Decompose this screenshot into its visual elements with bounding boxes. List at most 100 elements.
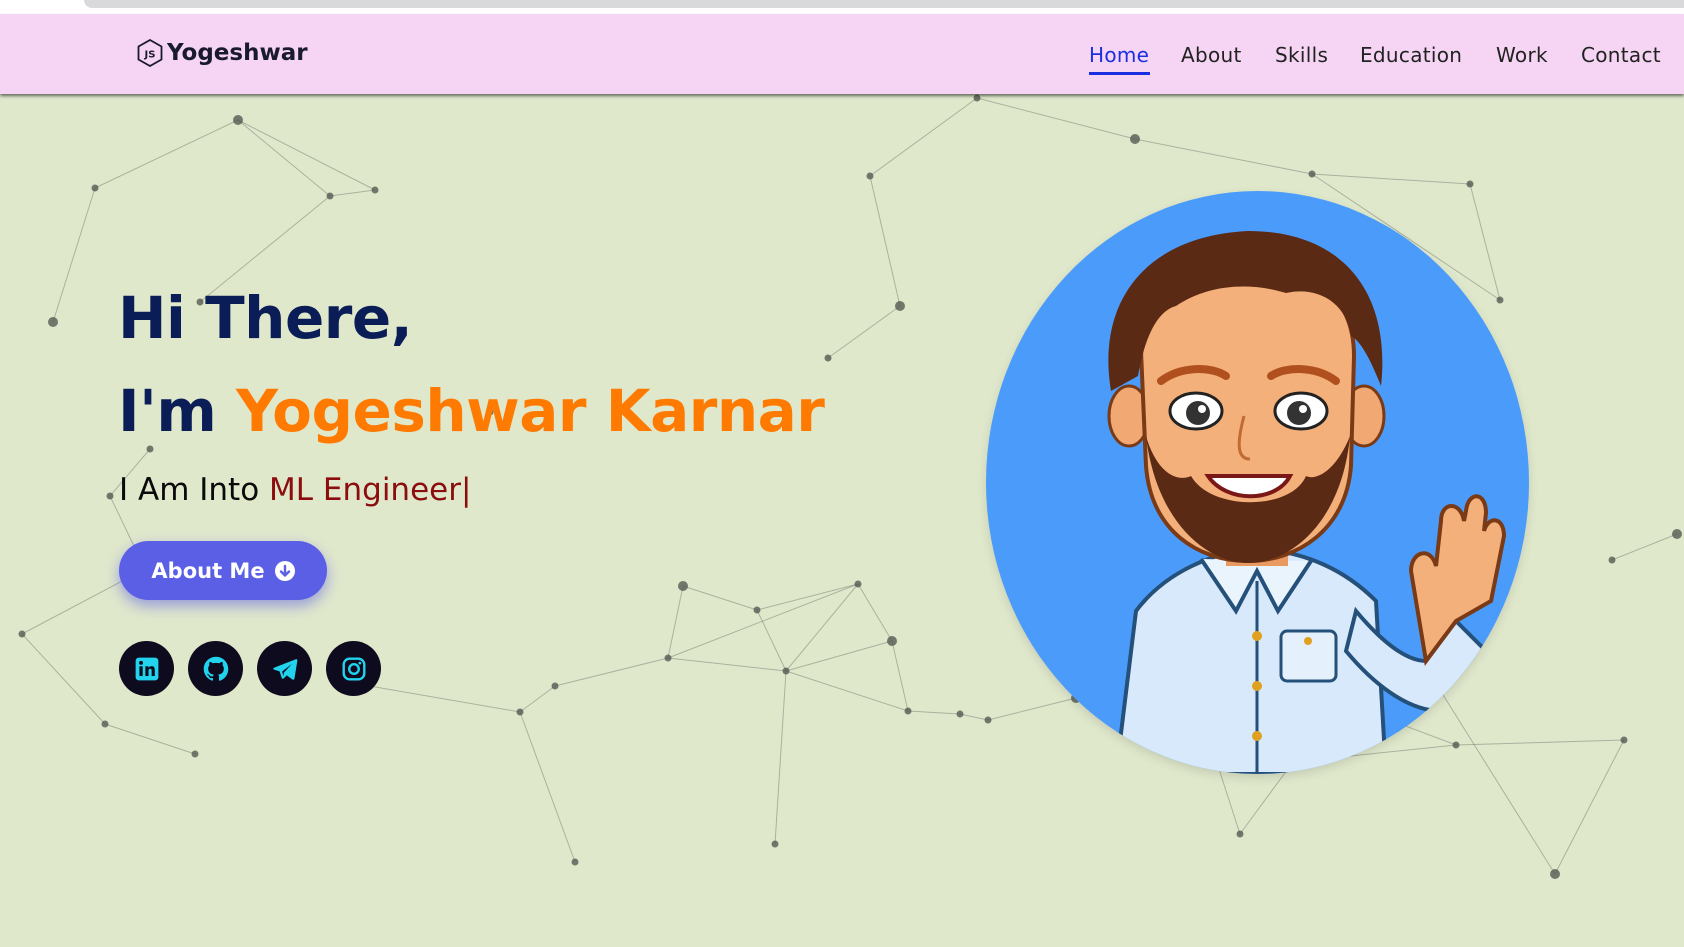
shirt-button (1252, 731, 1262, 741)
network-link (869, 97, 978, 177)
nav-contact[interactable]: Contact (1581, 43, 1661, 67)
network-node (771, 840, 779, 848)
social-links (119, 641, 381, 696)
network-link (237, 119, 331, 197)
network-node (887, 636, 897, 646)
nav-active-underline (1089, 72, 1150, 75)
network-node (48, 317, 58, 327)
network-link (329, 189, 376, 197)
network-node (664, 654, 672, 662)
network-node (866, 172, 874, 180)
network-link (237, 119, 376, 191)
svg-text:JS: JS (144, 50, 156, 61)
network-node (1236, 830, 1244, 838)
network-link (785, 670, 909, 712)
network-link (857, 583, 893, 642)
network-node (571, 858, 579, 866)
shirt-button (1252, 631, 1262, 641)
network-link (52, 187, 96, 323)
telegram-icon (272, 658, 297, 680)
network-link (1134, 138, 1313, 175)
network-link (1455, 739, 1625, 746)
nav-work[interactable]: Work (1496, 43, 1548, 67)
network-link (869, 175, 901, 307)
network-link (519, 711, 576, 863)
bitmoji-avatar (986, 191, 1529, 774)
network-node (824, 354, 832, 362)
network-link (756, 609, 787, 672)
js-logo-icon: JS (137, 39, 163, 67)
network-link (667, 583, 859, 659)
network-link (959, 713, 989, 721)
network-link (1554, 739, 1625, 875)
network-link (682, 585, 758, 611)
instagram-link[interactable] (326, 641, 381, 696)
github-icon (203, 656, 228, 681)
network-link (827, 305, 901, 359)
network-link (1311, 173, 1471, 185)
network-link (1429, 673, 1556, 875)
brand-name: Yogeshwar (167, 40, 308, 66)
network-node (1620, 736, 1628, 744)
network-node (191, 750, 199, 758)
telegram-link[interactable] (257, 641, 312, 696)
hero-tagline: I Am Into ML Engineer| (119, 472, 471, 508)
hero-greeting: Hi There, (118, 284, 413, 352)
network-node (1550, 869, 1560, 879)
network-node (782, 667, 790, 675)
network-node (1496, 296, 1504, 304)
network-link (357, 683, 521, 713)
about-me-label: About Me (151, 558, 265, 583)
network-node (516, 708, 524, 716)
network-link (756, 583, 859, 611)
network-link (21, 633, 106, 725)
brand-logo-link[interactable]: JS Yogeshwar (137, 36, 308, 70)
network-node (973, 94, 981, 102)
nav-skills[interactable]: Skills (1275, 43, 1328, 67)
network-node (233, 115, 243, 125)
network-link (104, 723, 196, 755)
network-link (667, 657, 787, 672)
arrow-circle-down-icon (274, 560, 295, 581)
github-link[interactable] (188, 641, 243, 696)
hero-intro-prefix: I'm (118, 377, 217, 445)
network-node (1130, 134, 1140, 144)
network-node (1452, 741, 1460, 749)
tagline-role: ML Engineer| (269, 472, 472, 508)
nav-home[interactable]: Home (1089, 43, 1149, 67)
network-link (94, 119, 239, 189)
network-node (984, 716, 992, 724)
tagline-prefix: I Am Into (119, 472, 260, 508)
network-node (106, 492, 114, 500)
network-node (1308, 170, 1316, 178)
instagram-icon (342, 657, 365, 680)
network-link (785, 583, 859, 672)
hero-intro: I'm Yogeshwar Karnar (118, 377, 825, 445)
horizontal-scrollbar[interactable] (84, 0, 1684, 8)
network-node (146, 445, 154, 453)
network-link (519, 685, 556, 713)
network-node (1608, 556, 1616, 564)
shirt-button (1252, 681, 1262, 691)
nav-education[interactable]: Education (1360, 43, 1462, 67)
avatar-illustration (1107, 231, 1507, 774)
network-link (785, 640, 893, 672)
network-node (326, 192, 334, 200)
linkedin-link[interactable] (119, 641, 174, 696)
network-node (91, 184, 99, 192)
network-node (371, 186, 379, 194)
network-node (753, 606, 761, 614)
network-node (551, 682, 559, 690)
network-node (1672, 529, 1682, 539)
network-node (956, 710, 964, 718)
about-me-button[interactable]: About Me (119, 541, 327, 600)
navbar: JS Yogeshwar Home About Skills Education… (0, 14, 1684, 94)
network-link (987, 697, 1077, 721)
network-link (1611, 533, 1678, 561)
network-node (1466, 180, 1474, 188)
network-node (854, 580, 862, 588)
network-node (101, 720, 109, 728)
network-node (904, 707, 912, 715)
network-link (891, 640, 909, 712)
nav-about[interactable]: About (1181, 43, 1242, 67)
